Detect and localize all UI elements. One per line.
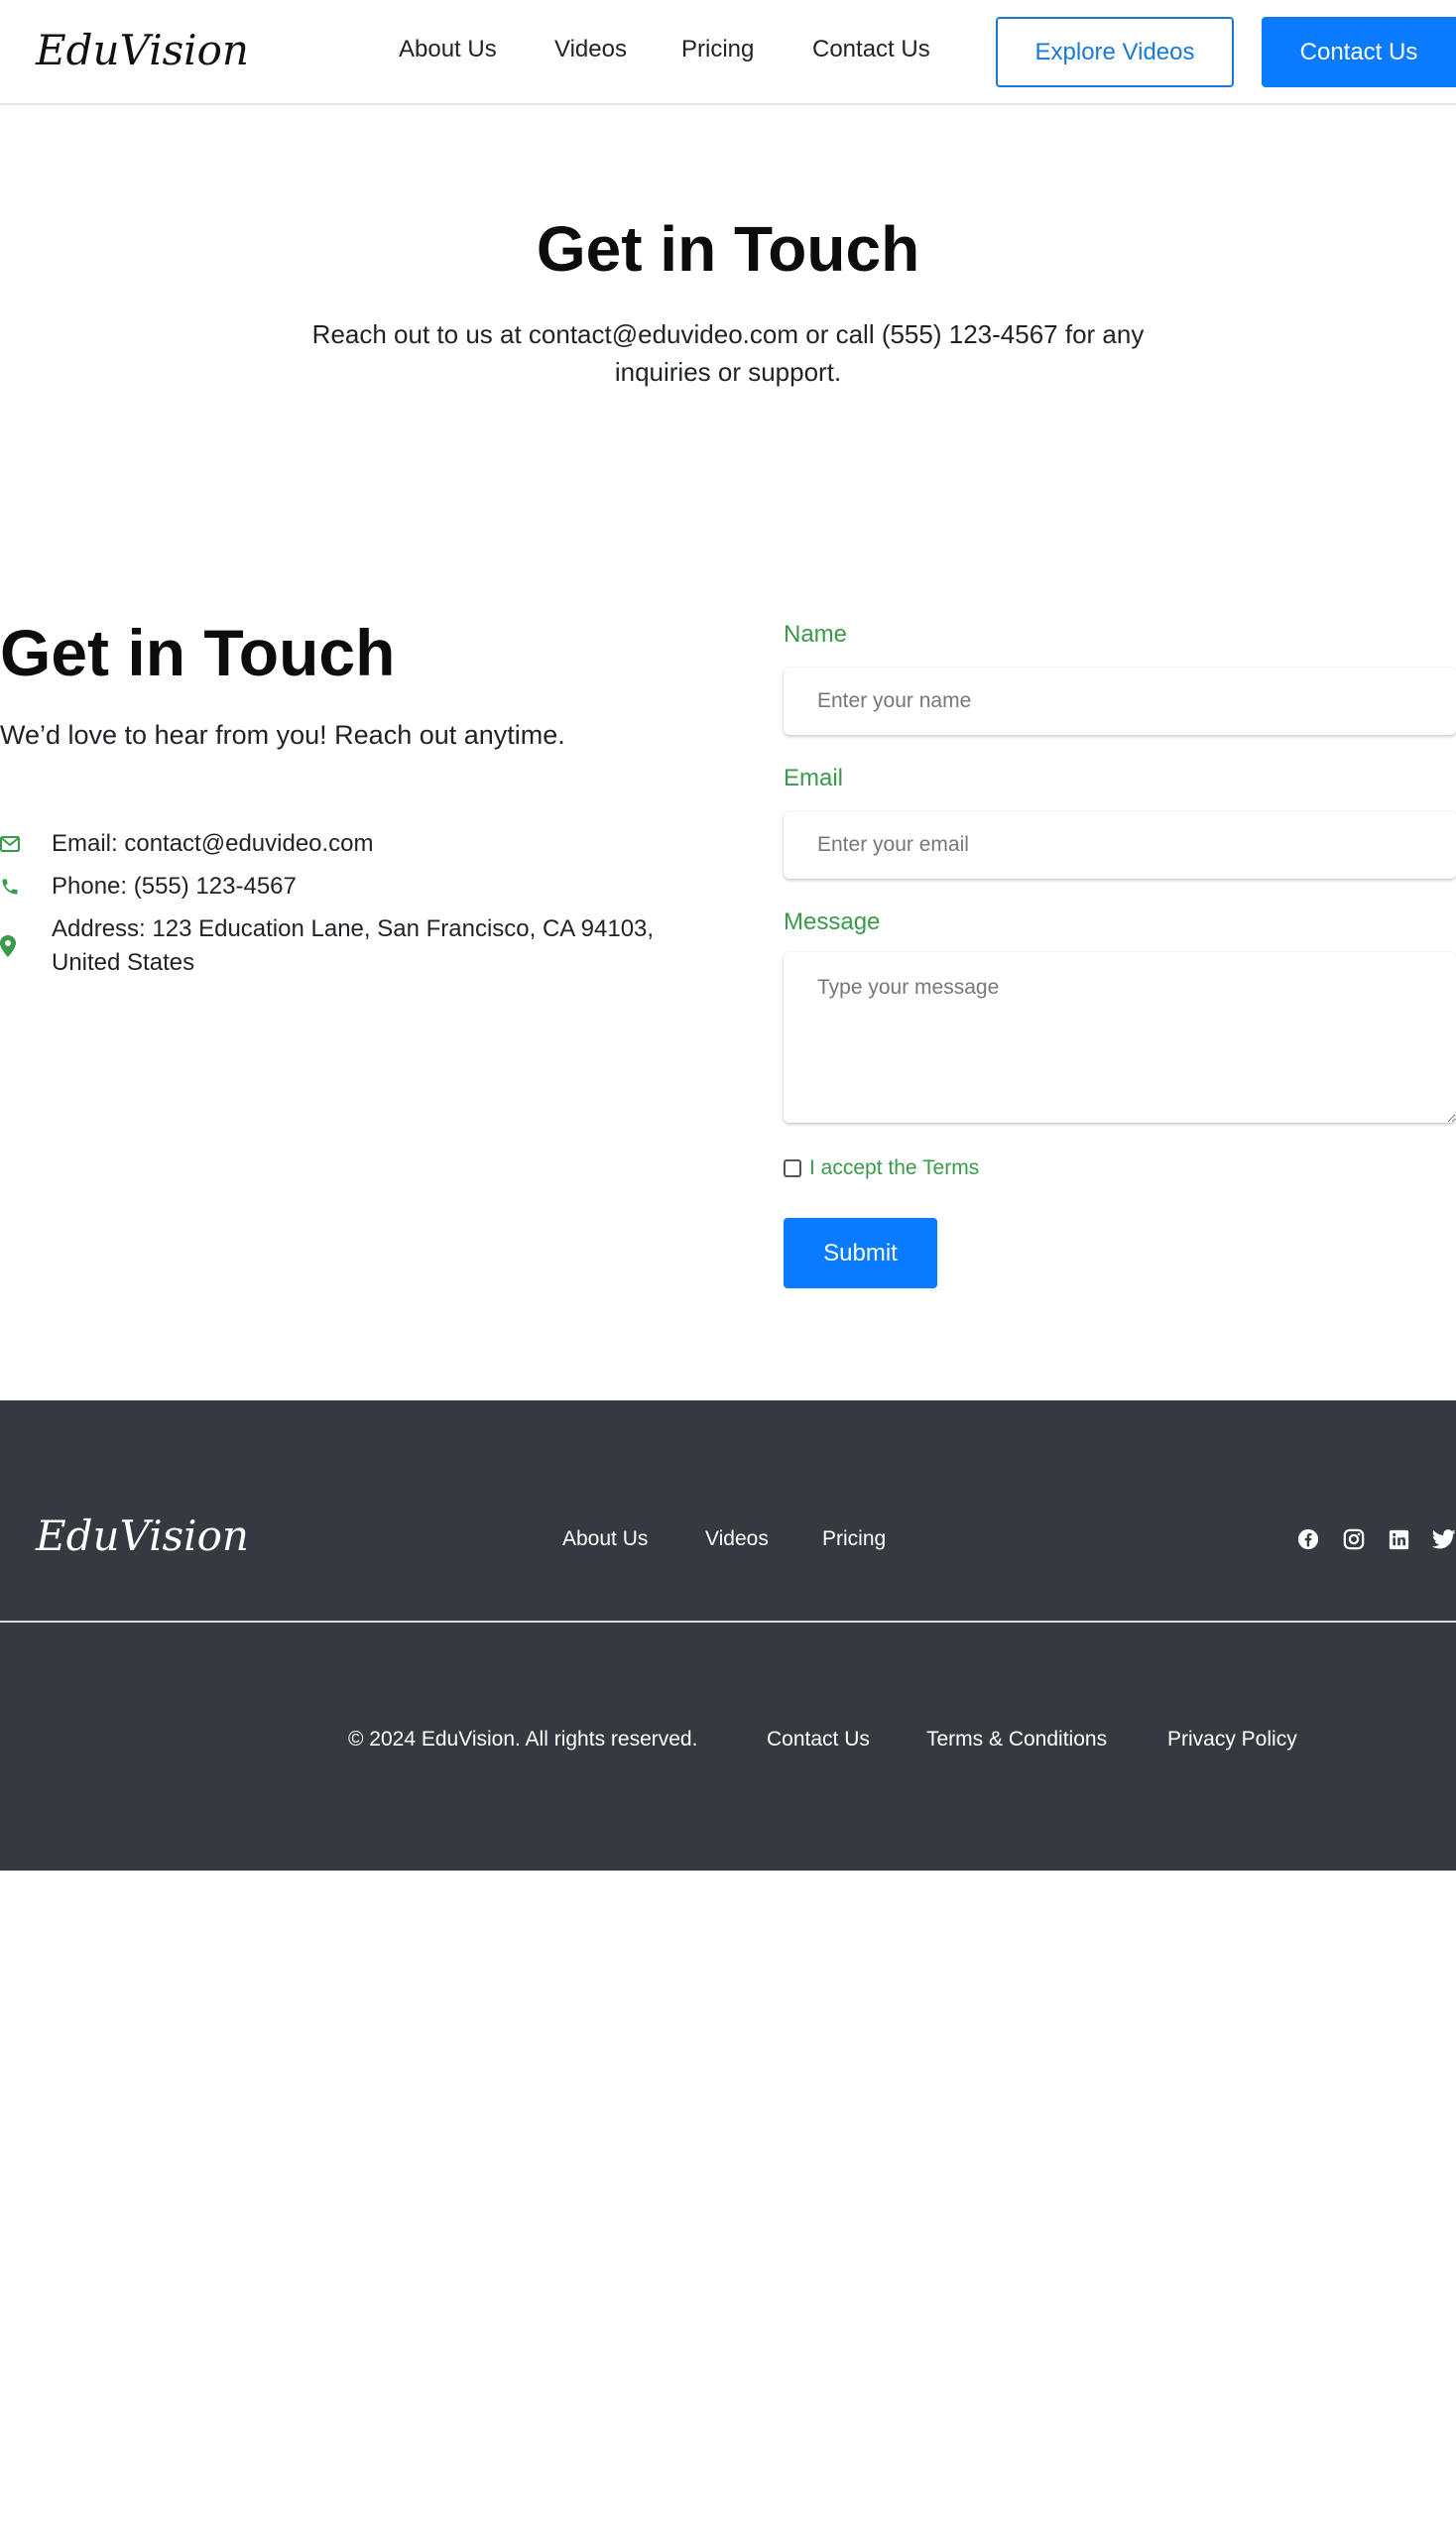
contact-address-row: Address: 123 Education Lane, San Francis…: [0, 912, 726, 980]
site-footer: EduVision About Us Videos Pricing © 2024…: [0, 1400, 1456, 1871]
copyright-text: © 2024 EduVision. All rights reserved.: [348, 1728, 698, 1751]
nav-pricing[interactable]: Pricing: [681, 36, 754, 63]
footer-divider: [0, 1621, 1456, 1623]
footer-link-contact-us[interactable]: Contact Us: [767, 1728, 870, 1752]
terms-label[interactable]: I accept the Terms: [809, 1156, 979, 1180]
phone-icon: [0, 870, 52, 904]
contact-email-text: Email: contact@eduvideo.com: [52, 830, 374, 857]
footer-link-privacy[interactable]: Privacy Policy: [1167, 1728, 1297, 1752]
email-label: Email: [784, 765, 844, 791]
twitter-icon[interactable]: [1432, 1527, 1456, 1551]
nav-about-us[interactable]: About Us: [399, 36, 497, 63]
envelope-icon: [0, 827, 52, 861]
hero-title: Get in Touch: [536, 213, 920, 285]
contact-subtitle: We’d love to hear from you! Reach out an…: [0, 720, 565, 750]
site-header: EduVision About Us Videos Pricing Contac…: [0, 0, 1456, 105]
contact-address-text: Address: 123 Education Lane, San Francis…: [52, 915, 655, 976]
footer-nav-videos[interactable]: Videos: [705, 1527, 769, 1551]
logo[interactable]: EduVision: [36, 26, 249, 74]
submit-button[interactable]: Submit: [784, 1218, 937, 1288]
map-pin-icon: [0, 912, 52, 980]
contact-title: Get in Touch: [0, 616, 396, 689]
message-label: Message: [784, 908, 881, 935]
nav-contact-us[interactable]: Contact Us: [812, 36, 930, 63]
instagram-icon[interactable]: [1342, 1527, 1366, 1551]
hero-text: Reach out to us at contact@eduvideo.com …: [311, 319, 1145, 387]
nav-videos[interactable]: Videos: [554, 36, 627, 63]
linkedin-icon[interactable]: [1387, 1527, 1410, 1551]
footer-nav-pricing[interactable]: Pricing: [822, 1527, 886, 1551]
message-textarea[interactable]: [784, 952, 1456, 1123]
name-input[interactable]: [784, 667, 1456, 735]
contact-phone-row: Phone: (555) 123-4567: [0, 870, 726, 904]
footer-nav-about-us[interactable]: About Us: [562, 1527, 648, 1551]
contact-us-button[interactable]: Contact Us: [1262, 17, 1456, 87]
footer-logo[interactable]: EduVision: [36, 1511, 249, 1560]
terms-checkbox[interactable]: [784, 1159, 801, 1177]
contact-email-row: Email: contact@eduvideo.com: [0, 827, 726, 861]
footer-link-terms[interactable]: Terms & Conditions: [926, 1728, 1107, 1752]
terms-checkbox-row[interactable]: I accept the Terms: [784, 1156, 979, 1180]
facebook-icon[interactable]: [1296, 1527, 1320, 1551]
name-label: Name: [784, 621, 848, 648]
contact-phone-text: Phone: (555) 123-4567: [52, 873, 297, 900]
email-input[interactable]: [784, 811, 1456, 879]
explore-videos-button[interactable]: Explore Videos: [996, 17, 1234, 87]
